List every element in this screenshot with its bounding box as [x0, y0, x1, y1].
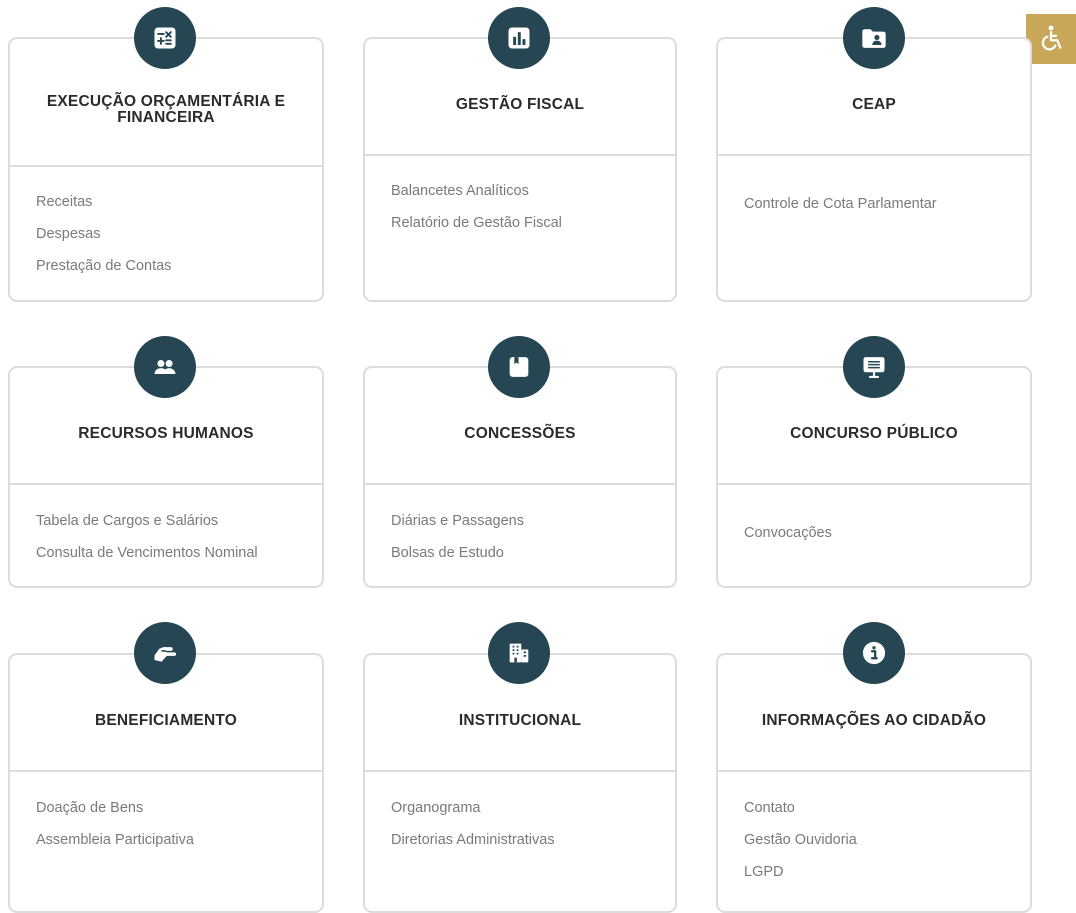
link-convocacoes[interactable]: Convocações	[744, 525, 1020, 541]
card-links: Doação de Bens Assembleia Participativa	[36, 800, 312, 864]
card-title: GESTÃO FISCAL	[455, 95, 585, 113]
link-gestao-ouvidoria[interactable]: Gestão Ouvidoria	[744, 832, 1020, 848]
card-badge-concessoes	[488, 336, 550, 398]
link-controle-cota-parlamentar[interactable]: Controle de Cota Parlamentar	[744, 196, 1020, 212]
calculator-icon	[154, 27, 176, 49]
link-bolsas-estudo[interactable]: Bolsas de Estudo	[391, 545, 665, 561]
card-links: Receitas Despesas Prestação de Contas	[36, 194, 312, 290]
bar-chart-icon	[508, 27, 530, 49]
card-title: RECURSOS HUMANOS	[78, 424, 254, 442]
building-icon	[509, 643, 529, 663]
card-beneficiamento: BENEFICIAMENTO Doação de Bens Assembleia…	[8, 653, 324, 913]
link-relatorio-gestao-fiscal[interactable]: Relatório de Gestão Fiscal	[391, 215, 665, 231]
link-despesas[interactable]: Despesas	[36, 226, 312, 242]
card-institucional: INSTITUCIONAL Organograma Diretorias Adm…	[363, 653, 677, 913]
card-badge-institucional	[488, 622, 550, 684]
card-links: Controle de Cota Parlamentar	[744, 196, 1020, 228]
folder-user-icon	[862, 29, 886, 48]
wheelchair-icon	[1041, 25, 1062, 51]
info-icon	[862, 641, 886, 665]
card-title: INSTITUCIONAL	[458, 711, 582, 729]
link-organograma[interactable]: Organograma	[391, 800, 665, 816]
presentation-icon	[863, 357, 885, 378]
card-links: Balancetes Analíticos Relatório de Gestã…	[391, 183, 665, 247]
card-badge-rh	[134, 336, 196, 398]
card-badge-execucao	[134, 7, 196, 69]
link-receitas[interactable]: Receitas	[36, 194, 312, 210]
link-balancetes-analiticos[interactable]: Balancetes Analíticos	[391, 183, 665, 199]
card-title: BENEFICIAMENTO	[94, 711, 238, 729]
card-badge-gestao-fiscal	[488, 7, 550, 69]
card-ceap: CEAP Controle de Cota Parlamentar	[716, 37, 1032, 302]
link-lgpd[interactable]: LGPD	[744, 864, 1020, 880]
link-tabela-cargos-salarios[interactable]: Tabela de Cargos e Salários	[36, 513, 312, 529]
card-links: Convocações	[744, 525, 1020, 557]
link-diretorias-administrativas[interactable]: Diretorias Administrativas	[391, 832, 665, 848]
card-informacoes-cidadao: INFORMAÇÕES AO CIDADÃO Contato Gestão Ou…	[716, 653, 1032, 913]
card-title: CONCESSÕES	[464, 424, 576, 442]
users-icon	[154, 360, 176, 374]
book-icon	[509, 357, 529, 377]
card-recursos-humanos: RECURSOS HUMANOS Tabela de Cargos e Salá…	[8, 366, 324, 588]
link-consulta-vencimentos[interactable]: Consulta de Vencimentos Nominal	[36, 545, 312, 561]
card-badge-beneficiamento	[134, 622, 196, 684]
card-links: Organograma Diretorias Administrativas	[391, 800, 665, 864]
card-badge-concurso	[843, 336, 905, 398]
card-gestao-fiscal: GESTÃO FISCAL Balancetes Analíticos Rela…	[363, 37, 677, 302]
card-execucao-orcamentaria: EXECUÇÃO ORÇAMENTÁRIA E FINANCEIRA Recei…	[8, 37, 324, 302]
card-links: Tabela de Cargos e Salários Consulta de …	[36, 513, 312, 577]
card-badge-informacoes	[843, 622, 905, 684]
card-concurso-publico: CONCURSO PÚBLICO Convocações	[716, 366, 1032, 588]
card-title: CEAP	[852, 95, 896, 113]
card-title: EXECUÇÃO ORÇAMENTÁRIA E FINANCEIRA	[46, 93, 286, 126]
card-links: Contato Gestão Ouvidoria LGPD	[744, 800, 1020, 896]
card-title: INFORMAÇÕES AO CIDADÃO	[761, 711, 987, 729]
card-links: Diárias e Passagens Bolsas de Estudo	[391, 513, 665, 577]
card-title: CONCURSO PÚBLICO	[790, 424, 958, 442]
accessibility-button[interactable]	[1026, 14, 1076, 64]
link-diarias-passagens[interactable]: Diárias e Passagens	[391, 513, 665, 529]
link-prestacao-de-contas[interactable]: Prestação de Contas	[36, 258, 312, 274]
link-doacao-bens[interactable]: Doação de Bens	[36, 800, 312, 816]
card-badge-ceap	[843, 7, 905, 69]
link-assembleia-participativa[interactable]: Assembleia Participativa	[36, 832, 312, 848]
handshake-icon	[154, 647, 177, 662]
card-concessoes: CONCESSÕES Diárias e Passagens Bolsas de…	[363, 366, 677, 588]
link-contato[interactable]: Contato	[744, 800, 1020, 816]
